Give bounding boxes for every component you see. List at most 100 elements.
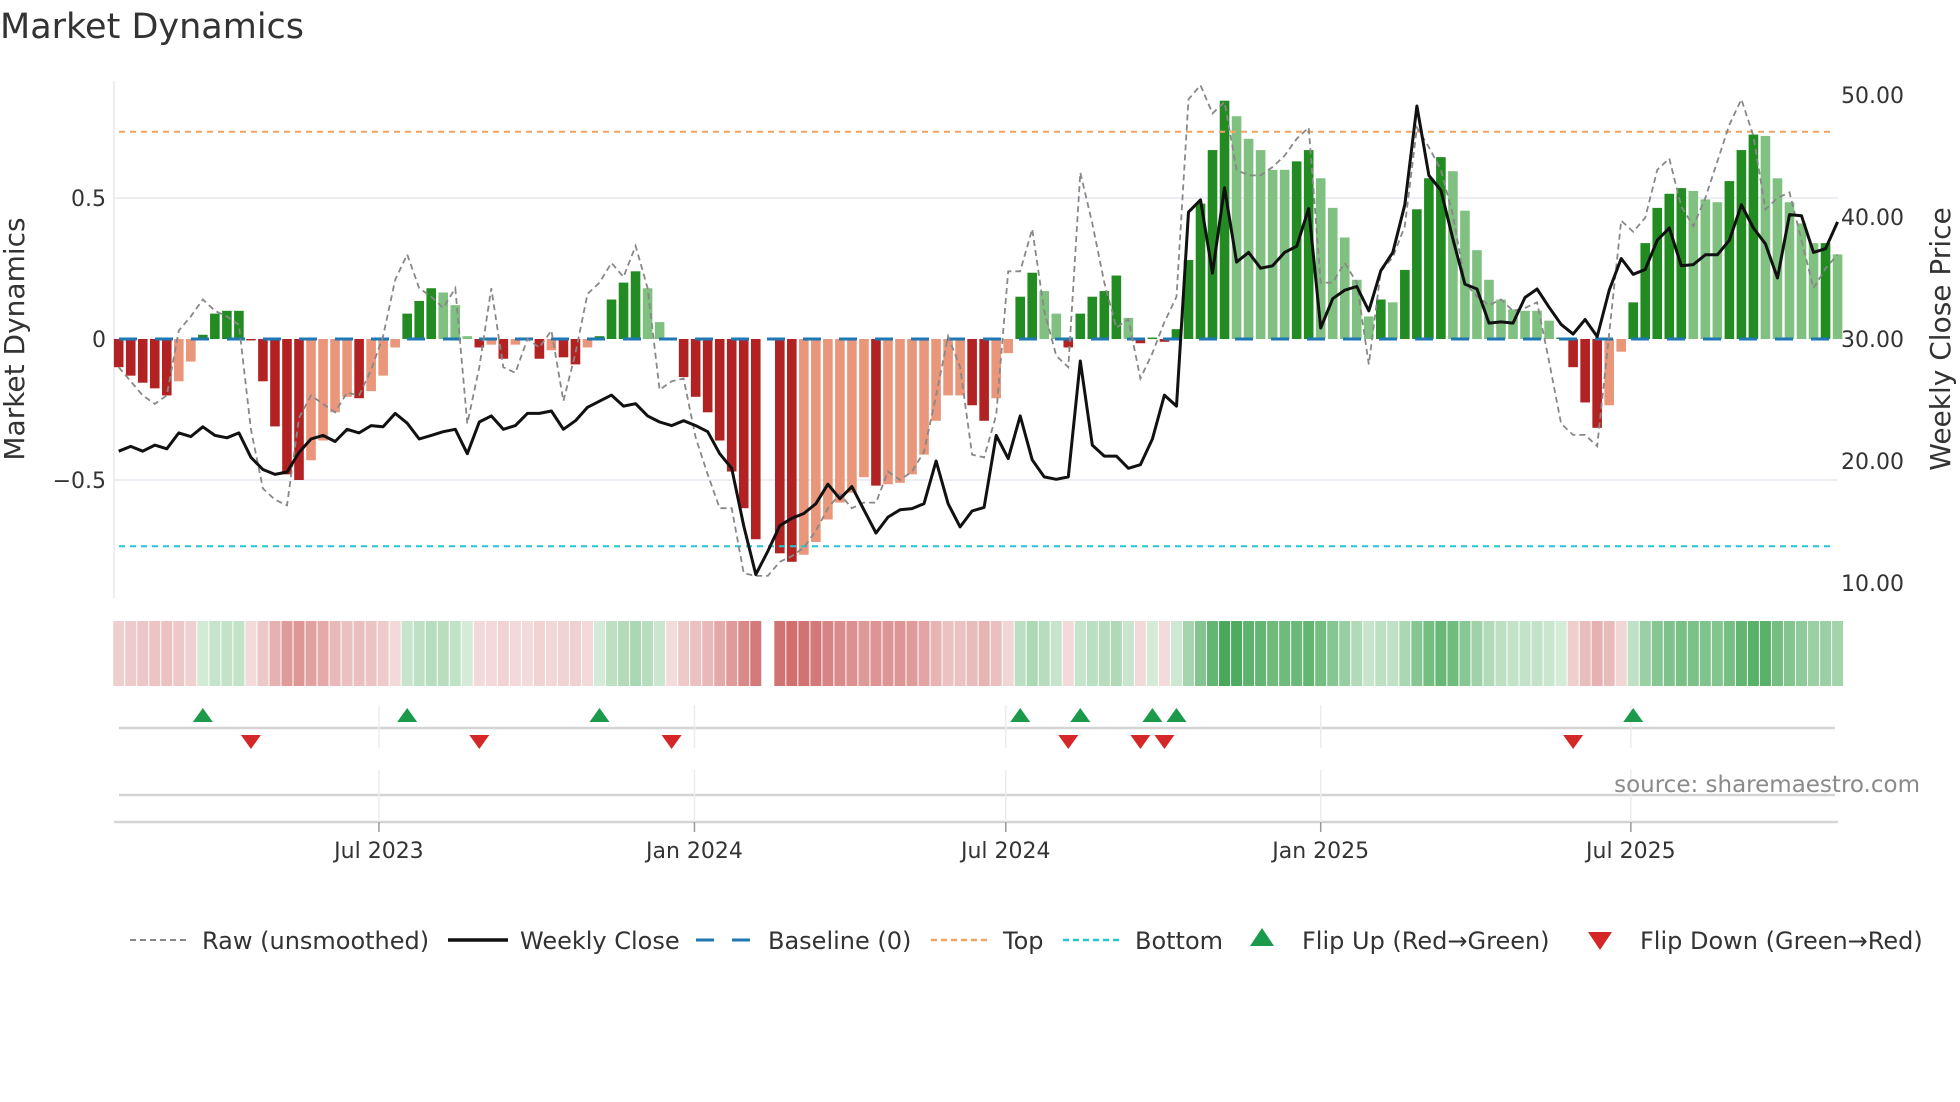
flip-down-marker	[1563, 735, 1584, 749]
heat-cell	[942, 621, 954, 686]
bar	[161, 339, 172, 396]
flip-up-marker	[192, 708, 213, 722]
heat-cell	[1759, 621, 1771, 686]
heat-cell	[1459, 621, 1471, 686]
heat-cell	[666, 621, 678, 686]
heat-cell	[521, 621, 533, 686]
bar	[270, 339, 280, 427]
bar	[1376, 299, 1386, 339]
legend-label: Raw (unsmoothed)	[202, 927, 429, 955]
heat-cell	[173, 621, 185, 686]
heat-cell	[1002, 621, 1014, 686]
heat-cell	[1074, 621, 1086, 686]
bar	[1388, 302, 1398, 339]
heat-cell	[1471, 621, 1483, 686]
bar	[546, 339, 557, 351]
heat-cell	[1291, 621, 1303, 686]
bar	[883, 339, 893, 485]
heat-cell	[1026, 621, 1038, 686]
heat-cell	[1796, 621, 1807, 686]
flip-up-marker	[1070, 708, 1091, 722]
y2-tick-label: 40.00	[1841, 206, 1904, 231]
heat-cell	[594, 621, 605, 686]
bar	[1267, 169, 1278, 339]
heat-cell	[569, 621, 581, 686]
heat-cell	[714, 621, 726, 686]
heat-cell	[365, 621, 377, 686]
bar	[859, 339, 869, 478]
flip-up-marker	[1623, 708, 1644, 722]
flip-down-marker	[661, 735, 682, 749]
heat-cell	[930, 621, 942, 686]
legend-label: Bottom	[1135, 927, 1223, 955]
bar	[354, 339, 364, 399]
heat-cell	[1182, 621, 1194, 686]
flip-down-marker	[1154, 735, 1175, 749]
heat-cell	[774, 621, 786, 686]
y2-axis-label: Weekly Close Price	[1924, 207, 1957, 470]
heat-cell	[1303, 621, 1315, 686]
y2-tick-label: 30.00	[1841, 328, 1904, 353]
bar	[1808, 243, 1819, 339]
bar	[1748, 134, 1759, 339]
bar	[149, 339, 160, 389]
bar	[390, 339, 400, 348]
heat-cell	[894, 621, 906, 686]
bar	[1652, 207, 1663, 339]
bar	[1099, 291, 1110, 339]
heat-cell	[690, 621, 702, 686]
bar	[1424, 178, 1434, 339]
heat-cell	[654, 621, 666, 686]
heat-cell	[882, 621, 894, 686]
bar	[775, 339, 785, 554]
bar	[630, 271, 641, 339]
heat-cell	[245, 621, 257, 686]
legend-label: Top	[1002, 927, 1044, 955]
bar	[787, 339, 797, 562]
heat-cell	[906, 621, 918, 686]
flip-down-marker	[1130, 735, 1151, 749]
bar	[1027, 272, 1038, 339]
flip-up-marker	[397, 708, 418, 722]
heat-cell	[1555, 621, 1567, 686]
heat-cell	[990, 621, 1002, 686]
heat-cell	[1435, 621, 1447, 686]
heat-cell	[509, 621, 521, 686]
bar	[342, 339, 352, 397]
x-tick-label: Jul 2024	[959, 839, 1051, 864]
bar	[258, 339, 268, 382]
flip-down-marker	[240, 735, 261, 749]
bar	[1087, 296, 1098, 339]
source-note: source: sharemaestro.com	[1614, 772, 1920, 798]
bar	[1003, 339, 1013, 354]
heat-cell	[545, 621, 557, 686]
bar	[1412, 209, 1422, 339]
heat-cell	[293, 621, 305, 686]
y-tick-label: 0.5	[71, 187, 106, 212]
bar	[1724, 181, 1735, 339]
y-tick-label: 0	[92, 328, 106, 353]
heat-cell	[1543, 621, 1555, 686]
heat-cell	[1170, 621, 1182, 686]
heat-cell	[1747, 621, 1759, 686]
bar	[871, 339, 881, 486]
bar	[1015, 296, 1025, 339]
heat-cell	[846, 621, 858, 686]
heat-cell	[473, 621, 485, 686]
bar	[606, 299, 617, 339]
heat-cell	[1086, 621, 1098, 686]
heat-cell	[1639, 621, 1651, 686]
bar	[979, 339, 989, 421]
heat-cell	[810, 621, 822, 686]
heat-cell	[1808, 621, 1820, 686]
heat-cell	[389, 621, 401, 686]
bar	[1712, 202, 1723, 339]
bar	[414, 300, 424, 339]
heat-cell	[1567, 621, 1579, 686]
bar	[714, 339, 725, 441]
heat-cell	[1207, 621, 1219, 686]
heat-cell	[642, 621, 654, 686]
heat-cell	[269, 621, 281, 686]
heat-cell	[822, 621, 834, 686]
heat-cell	[305, 621, 317, 686]
